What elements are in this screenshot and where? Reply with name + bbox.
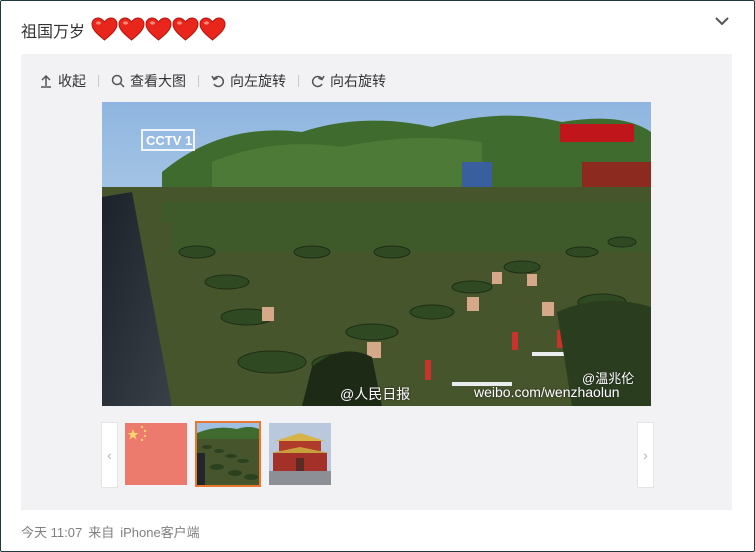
post-time[interactable]: 今天 11:07 bbox=[21, 522, 82, 541]
rotate-right-button[interactable]: 向右旋转 bbox=[311, 71, 386, 91]
search-icon bbox=[111, 74, 125, 88]
chevron-left-icon: ‹ bbox=[107, 447, 112, 463]
next-thumbnails-button[interactable]: › bbox=[637, 422, 654, 488]
toolbar-divider bbox=[298, 75, 299, 87]
prev-thumbnails-button[interactable]: ‹ bbox=[101, 422, 118, 488]
post-source[interactable]: iPhone客户端 bbox=[120, 522, 199, 541]
thumbnail-strip: ‹ › bbox=[101, 421, 654, 488]
rotate-right-icon bbox=[311, 75, 325, 88]
view-large-button[interactable]: 查看大图 bbox=[111, 71, 186, 91]
collapse-button[interactable]: 收起 bbox=[39, 71, 86, 91]
soldiers-thumbnail[interactable] bbox=[195, 421, 261, 487]
heart-icon bbox=[172, 17, 199, 42]
heart-icon bbox=[118, 17, 145, 42]
rotate-left-icon bbox=[211, 75, 225, 88]
watermark-source: @人民日报 bbox=[340, 386, 411, 402]
source-prefix: 来自 bbox=[88, 525, 115, 540]
tiananmen-thumbnail[interactable] bbox=[269, 423, 331, 485]
toolbar-divider bbox=[198, 75, 199, 87]
collapse-label: 收起 bbox=[58, 73, 86, 89]
flag-thumbnail[interactable] bbox=[125, 423, 187, 485]
chevron-down-icon[interactable] bbox=[714, 13, 730, 29]
soldiers-image bbox=[197, 423, 259, 485]
chevron-right-icon: › bbox=[643, 447, 648, 463]
toolbar-divider bbox=[98, 75, 99, 87]
collapse-icon bbox=[41, 74, 51, 88]
media-toolbar: 收起 查看大图 向左旋转 向右旋转 bbox=[39, 70, 386, 92]
rotate-left-label: 向左旋转 bbox=[230, 73, 286, 89]
parade-photo-image: CCTV 1 bbox=[102, 102, 651, 406]
weibo-post-card: 祖国万岁 收起 查看大图 向左旋转 向右旋转 CCTV 1 @人民日报 weib… bbox=[0, 0, 755, 552]
flag-image bbox=[125, 423, 187, 485]
rotate-right-label: 向右旋转 bbox=[330, 73, 386, 89]
hearts-emoji-group bbox=[91, 17, 226, 42]
view-large-label: 查看大图 bbox=[130, 73, 186, 89]
heart-icon bbox=[145, 17, 172, 42]
post-footer: 今天 11:07 来自 iPhone客户端 bbox=[21, 522, 200, 541]
media-viewer: 收起 查看大图 向左旋转 向右旋转 CCTV 1 @人民日报 weibo.com… bbox=[21, 54, 732, 510]
post-text: 祖国万岁 bbox=[21, 17, 226, 42]
post-content: 祖国万岁 bbox=[21, 23, 86, 41]
tiananmen-image bbox=[269, 423, 331, 485]
channel-logo: CCTV 1 bbox=[146, 133, 192, 148]
main-photo[interactable]: CCTV 1 @人民日报 weibo.com/wenzhaolun @温兆伦 bbox=[102, 102, 651, 406]
heart-icon bbox=[199, 17, 226, 42]
rotate-left-button[interactable]: 向左旋转 bbox=[211, 71, 286, 91]
heart-icon bbox=[91, 17, 118, 42]
watermark-user: @温兆伦 bbox=[582, 371, 635, 386]
